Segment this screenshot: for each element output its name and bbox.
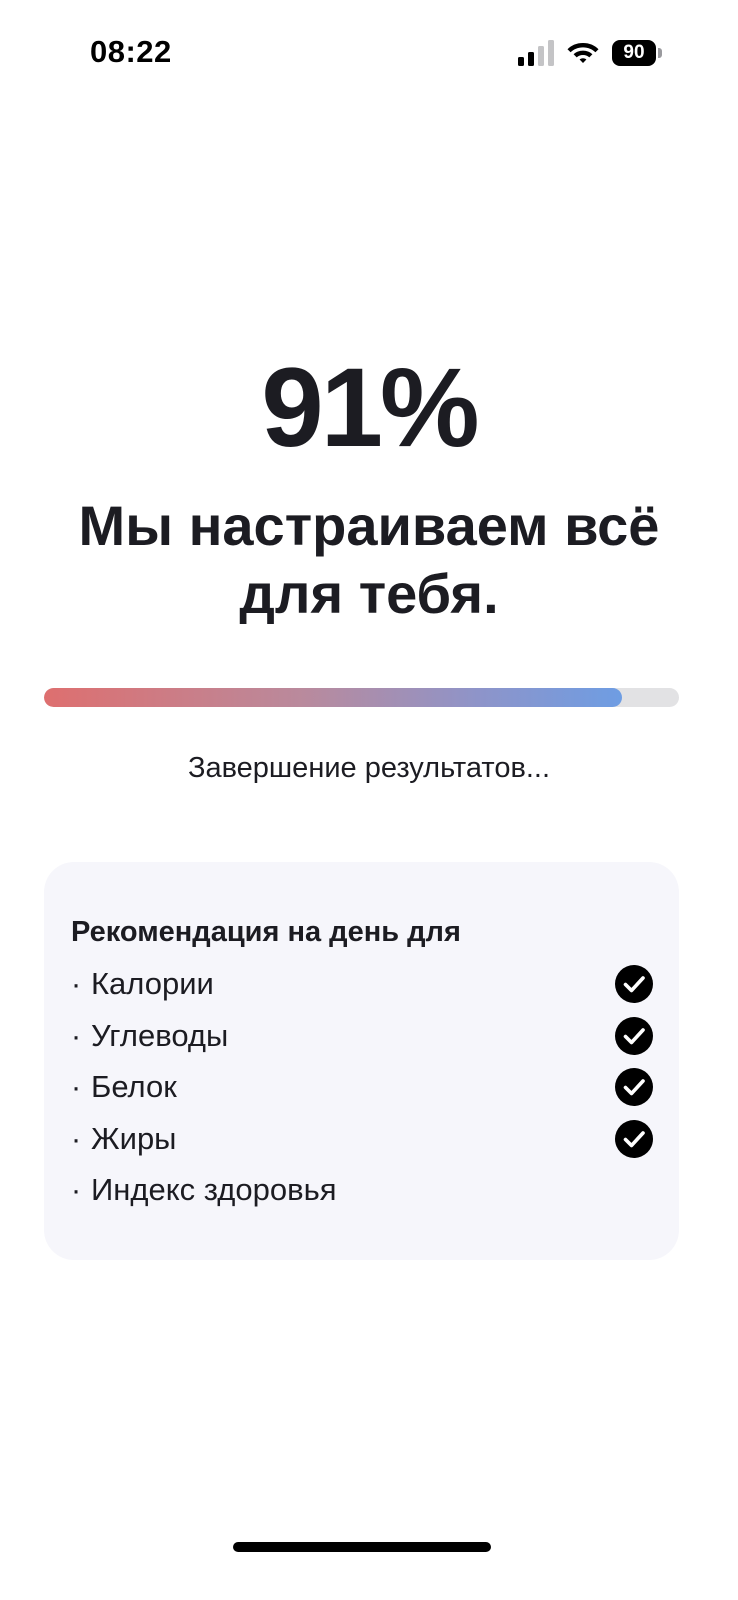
list-item-label: Белок — [91, 1069, 177, 1104]
progress-bar — [44, 688, 679, 707]
list-item: · Углеводы — [44, 1014, 679, 1066]
status-bar: 08:22 90 — [0, 0, 738, 110]
battery-indicator: 90 — [612, 40, 664, 66]
cellular-signal-icon — [518, 40, 554, 66]
status-time: 08:22 — [90, 34, 172, 69]
recommendation-list: · Калории · Углеводы · Белок · Жиры · Индекс здор… — [44, 962, 679, 1220]
bullet: · — [70, 1017, 82, 1053]
page-headline: Мы настраиваем всё для тебя. — [78, 494, 660, 625]
list-item-label: Жиры — [91, 1120, 177, 1156]
list-item: · Калории — [44, 962, 679, 1014]
list-item-label: Индекс здоровья — [91, 1172, 337, 1207]
checkmark-circle-icon — [615, 1068, 653, 1106]
battery-level: 90 — [612, 40, 656, 66]
loading-status-text: Завершение результатов... — [187, 752, 551, 784]
card-title: Рекомендация на день для — [71, 916, 461, 948]
bullet: · — [70, 1172, 82, 1207]
list-item: · Белок — [44, 1065, 679, 1117]
wifi-icon — [567, 43, 599, 63]
list-item-label: Углеводы — [91, 1017, 229, 1053]
progress-percent: 91% — [261, 345, 479, 470]
battery-cap — [658, 48, 662, 58]
list-item-label: Калории — [91, 966, 214, 1001]
list-item: · Жиры — [44, 1117, 679, 1169]
checkmark-circle-icon — [615, 965, 653, 1003]
list-item: · Индекс здоровья — [44, 1168, 679, 1220]
checkmark-circle-icon — [615, 1119, 653, 1158]
bullet: · — [70, 1069, 82, 1104]
bullet: · — [70, 966, 82, 1001]
home-indicator[interactable] — [233, 1542, 491, 1552]
bullet: · — [70, 1120, 82, 1156]
checkmark-circle-icon — [615, 1016, 653, 1055]
recommendation-card: Рекомендация на день для · Калории · Углево… — [44, 862, 679, 1260]
progress-bar-fill — [44, 688, 622, 707]
